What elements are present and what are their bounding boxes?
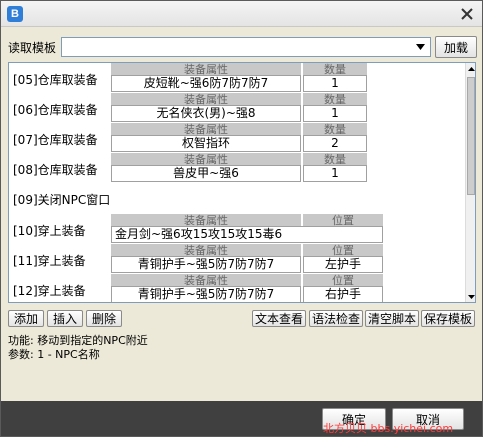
equipment-cell[interactable]: 兽皮甲~强6 bbox=[111, 165, 301, 182]
insert-button[interactable]: 插入 bbox=[47, 310, 83, 327]
step-label: [12]穿上装备 bbox=[13, 284, 86, 298]
list-item[interactable]: [07]仓库取装备 装备属性 数量 权智指环 2 bbox=[9, 123, 460, 153]
watermark: 北方贝贝 bbs.yichei.com bbox=[323, 422, 454, 435]
position-cell[interactable]: 右护手 bbox=[303, 286, 383, 302]
quantity-cell[interactable]: 2 bbox=[303, 135, 367, 152]
quantity-cell[interactable]: 1 bbox=[303, 165, 367, 182]
dropdown-arrow-icon[interactable] bbox=[412, 39, 428, 55]
app-icon: B bbox=[7, 6, 23, 22]
equipment-cell[interactable]: 皮短靴~强6防7防7防7 bbox=[111, 75, 301, 92]
quantity-cell[interactable]: 1 bbox=[303, 75, 367, 92]
delete-button[interactable]: 删除 bbox=[86, 310, 122, 327]
step-label: [08]仓库取装备 bbox=[13, 163, 98, 177]
step-label: [09]关闭NPC窗口 bbox=[13, 193, 111, 207]
step-label: [07]仓库取装备 bbox=[13, 133, 98, 147]
equipment-cell[interactable]: 权智指环 bbox=[111, 135, 301, 152]
scroll-up-icon[interactable] bbox=[466, 63, 475, 74]
step-label: [11]穿上装备 bbox=[13, 254, 86, 268]
dialog-window: B 读取模板 加载 [05]仓库取装备 装备属性 数量 皮短靴~强6防7防7防7… bbox=[0, 0, 483, 437]
params-description: 参数: 1 - NPC名称 bbox=[8, 348, 100, 361]
list-item[interactable]: [09]关闭NPC窗口 bbox=[9, 183, 460, 213]
quantity-cell[interactable]: 1 bbox=[303, 105, 367, 122]
position-cell[interactable]: 左护手 bbox=[303, 256, 383, 273]
script-list[interactable]: [05]仓库取装备 装备属性 数量 皮短靴~强6防7防7防7 1 [06]仓库取… bbox=[8, 62, 476, 303]
list-item[interactable]: [11]穿上装备 装备属性 位置 青铜护手~强5防7防7防7 左护手 bbox=[9, 244, 460, 274]
template-select[interactable] bbox=[61, 37, 431, 57]
syntax-check-button[interactable]: 语法检查 bbox=[309, 310, 363, 327]
vertical-scrollbar[interactable] bbox=[465, 63, 475, 302]
close-icon[interactable] bbox=[459, 6, 475, 22]
step-label: [05]仓库取装备 bbox=[13, 73, 98, 87]
title-bar[interactable]: B bbox=[1, 1, 482, 27]
list-item[interactable]: [12]穿上装备 装备属性 位置 青铜护手~强5防7防7防7 右护手 bbox=[9, 274, 460, 302]
scroll-down-icon[interactable] bbox=[466, 291, 475, 302]
clear-script-button[interactable]: 清空脚本 bbox=[365, 310, 419, 327]
list-item[interactable]: [10]穿上装备 装备属性 位置 金月剑~强6攻15攻15攻15毒6 bbox=[9, 213, 460, 244]
equipment-cell[interactable]: 青铜护手~强5防7防7防7 bbox=[111, 286, 301, 302]
equipment-cell[interactable]: 金月剑~强6攻15攻15攻15毒6 bbox=[111, 226, 383, 243]
save-template-button[interactable]: 保存模板 bbox=[421, 310, 475, 327]
list-item[interactable]: [06]仓库取装备 装备属性 数量 无名侠衣(男)~强8 1 bbox=[9, 93, 460, 123]
template-label: 读取模板 bbox=[8, 41, 57, 55]
step-label: [10]穿上装备 bbox=[13, 224, 86, 238]
scroll-thumb[interactable] bbox=[467, 77, 475, 195]
equipment-cell[interactable]: 无名侠衣(男)~强8 bbox=[111, 105, 301, 122]
add-button[interactable]: 添加 bbox=[8, 310, 44, 327]
list-item[interactable]: [08]仓库取装备 装备属性 数量 兽皮甲~强6 1 bbox=[9, 153, 460, 183]
list-item[interactable]: [05]仓库取装备 装备属性 数量 皮短靴~强6防7防7防7 1 bbox=[9, 63, 460, 93]
equipment-cell[interactable]: 青铜护手~强5防7防7防7 bbox=[111, 256, 301, 273]
step-label: [06]仓库取装备 bbox=[13, 103, 98, 117]
text-view-button[interactable]: 文本查看 bbox=[252, 310, 306, 327]
load-button[interactable]: 加载 bbox=[435, 36, 477, 58]
